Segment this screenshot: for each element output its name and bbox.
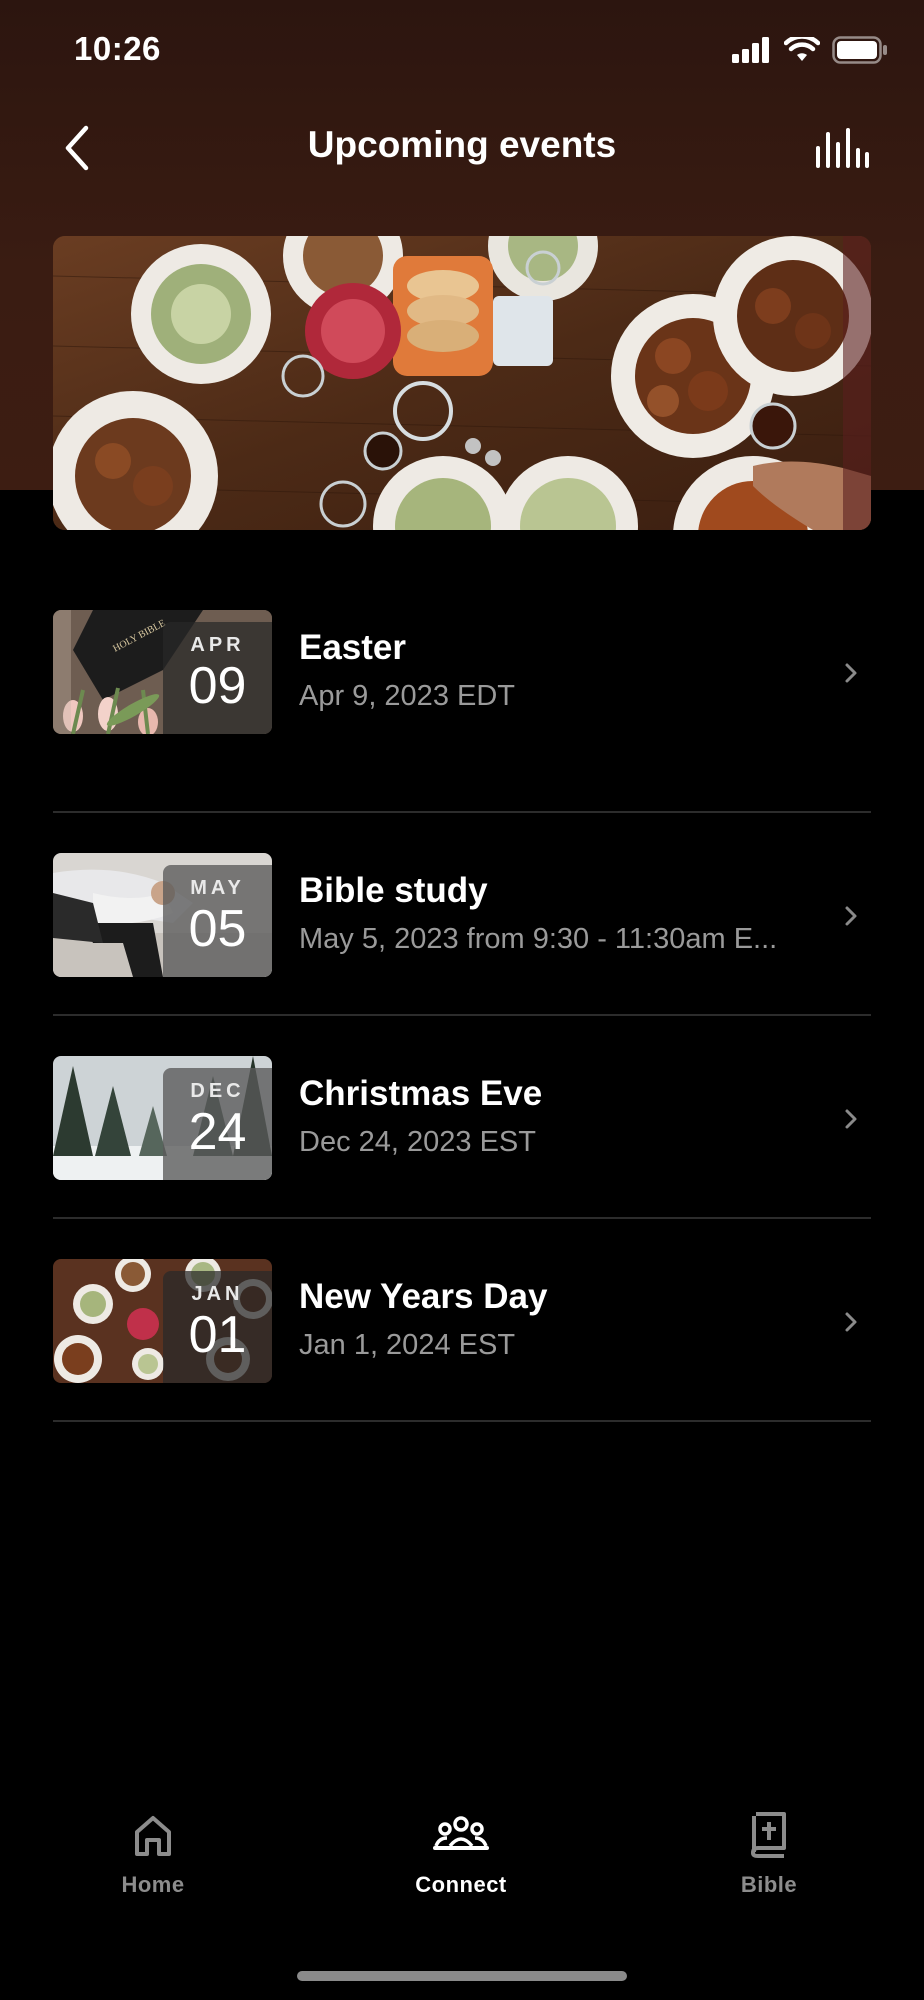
analytics-button[interactable] [814, 126, 870, 170]
hero-image [53, 236, 871, 530]
date-badge: MAY 05 [163, 865, 272, 977]
chevron-right-icon [845, 663, 857, 683]
event-text: New Years Day Jan 1, 2024 EST [299, 1277, 829, 1362]
events-list: HOLY BIBLE APR 09 Easter Apr 9, 2023 EDT [53, 610, 871, 1422]
tab-label: Bible [740, 1872, 798, 1897]
tab-connect[interactable]: Connect [371, 1810, 551, 1930]
status-time: 10:26 [74, 30, 161, 67]
event-day: 24 [188, 1103, 247, 1161]
event-month: MAY [190, 877, 245, 899]
table-with-food-photo [53, 236, 871, 530]
signal-icon [732, 37, 769, 63]
event-thumbnail: MAY 05 [53, 853, 272, 977]
event-row-christmas-eve[interactable]: DEC 24 Christmas Eve Dec 24, 2023 EST [53, 1016, 871, 1219]
event-date: Dec 24, 2023 EST [299, 1126, 536, 1158]
event-row-easter[interactable]: HOLY BIBLE APR 09 Easter Apr 9, 2023 EDT [53, 610, 871, 813]
event-row-bible-study[interactable]: MAY 05 Bible study May 5, 2023 from 9:30… [53, 813, 871, 1016]
bible-icon [751, 1812, 786, 1858]
date-badge: DEC 24 [163, 1068, 272, 1180]
tab-bible[interactable]: Bible [679, 1810, 859, 1930]
event-day: 05 [188, 900, 247, 958]
event-date: Apr 9, 2023 EDT [299, 680, 515, 712]
date-badge: JAN 01 [163, 1271, 272, 1383]
event-text: Easter Apr 9, 2023 EDT [299, 628, 829, 713]
event-month: APR [190, 634, 245, 656]
event-title: Christmas Eve [299, 1074, 543, 1113]
event-title: Easter [299, 628, 407, 667]
tab-label: Home [121, 1872, 185, 1897]
event-title: New Years Day [299, 1277, 548, 1316]
tab-home[interactable]: Home [63, 1810, 243, 1930]
event-month: DEC [190, 1080, 245, 1102]
event-title: Bible study [299, 871, 488, 910]
people-icon [433, 1816, 489, 1850]
event-day: 01 [188, 1306, 247, 1364]
page-title: Upcoming events [307, 124, 617, 165]
status-icons [732, 36, 888, 64]
home-icon [135, 1816, 171, 1856]
tab-label: Connect [415, 1872, 507, 1897]
event-day: 09 [188, 657, 247, 715]
event-thumbnail: JAN 01 [53, 1259, 272, 1383]
battery-icon [832, 36, 887, 64]
event-thumbnail: HOLY BIBLE APR 09 [53, 610, 272, 734]
chevron-right-icon [845, 906, 857, 926]
event-month: JAN [191, 1283, 244, 1305]
tab-bar: Home Connect Bible [0, 1810, 924, 1950]
date-badge: APR 09 [163, 622, 272, 734]
event-text: Christmas Eve Dec 24, 2023 EST [299, 1074, 829, 1159]
chevron-right-icon [845, 1312, 857, 1332]
status-bar: 10:26 [0, 0, 924, 100]
home-indicator [297, 1971, 627, 1981]
event-date: Jan 1, 2024 EST [299, 1329, 516, 1361]
event-row-new-years-day[interactable]: JAN 01 New Years Day Jan 1, 2024 EST [53, 1219, 871, 1422]
nav-header: Upcoming events [0, 100, 924, 200]
wifi-icon [784, 37, 820, 61]
event-text: Bible study May 5, 2023 from 9:30 - 11:3… [299, 871, 829, 956]
chevron-right-icon [845, 1109, 857, 1129]
bar-chart-icon [816, 128, 869, 168]
event-date: May 5, 2023 from 9:30 - 11:30am E... [299, 923, 778, 955]
event-thumbnail: DEC 24 [53, 1056, 272, 1180]
